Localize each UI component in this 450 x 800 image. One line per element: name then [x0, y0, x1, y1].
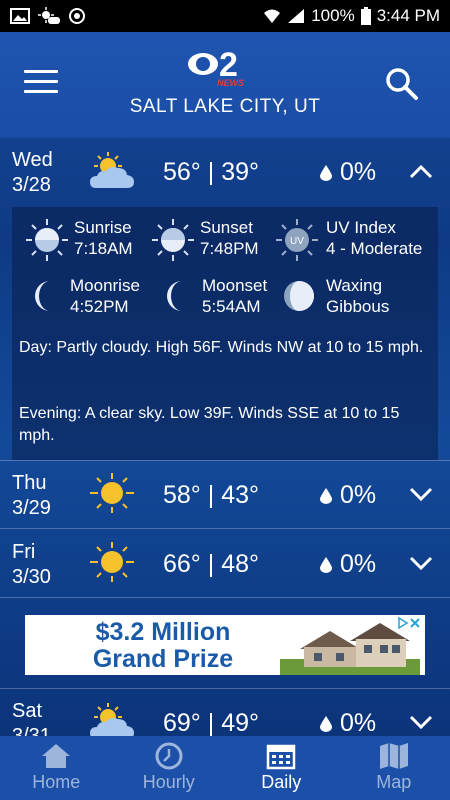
adchoices-icon[interactable]	[397, 617, 421, 629]
chevron-up-icon[interactable]	[408, 162, 434, 180]
temperature-range: 66° | 48°	[163, 550, 260, 578]
precipitation: 0%	[320, 550, 376, 579]
raindrop-icon	[320, 487, 332, 504]
sunrise-icon	[26, 219, 68, 261]
temperature-range: 69° | 49°	[163, 709, 260, 737]
raindrop-icon	[320, 715, 332, 732]
raindrop-icon	[320, 164, 332, 181]
sunny-icon	[90, 473, 134, 513]
sunset-icon	[152, 219, 194, 261]
map-icon	[379, 743, 408, 769]
image-icon	[10, 8, 30, 24]
calendar-icon	[267, 744, 296, 770]
moon-phase-detail: Waxing Gibbous	[282, 276, 389, 317]
partly-cloudy-icon	[90, 152, 134, 188]
precipitation: 0%	[320, 709, 376, 738]
menu-button[interactable]	[24, 70, 58, 96]
day-details-panel: Sunrise 7:18AM Sunset 7:48PM UV UV Index…	[12, 207, 438, 460]
advertisement-banner[interactable]: $3.2 Million Grand Prize	[25, 615, 425, 675]
tab-hourly[interactable]: Hourly	[113, 736, 226, 800]
uv-index-icon: UV	[276, 219, 318, 261]
moonrise-detail: Moonrise 4:52PM	[30, 276, 140, 317]
signal-icon	[288, 9, 305, 23]
day-row[interactable]: Wed 3/28 56° | 39° 0%	[0, 138, 450, 206]
svg-text:UV: UV	[290, 236, 304, 247]
battery-icon	[360, 7, 371, 25]
moon-crescent-icon	[35, 281, 50, 311]
sunset-detail: Sunset 7:48PM	[150, 217, 259, 263]
location-title[interactable]: SALT LAKE CITY, UT	[0, 96, 450, 118]
chevron-down-icon[interactable]	[408, 554, 434, 572]
sunrise-detail: Sunrise 7:18AM	[24, 217, 133, 263]
day-row[interactable]: Thu 3/29 58° | 43° 0%	[0, 461, 450, 529]
day-row[interactable]: Fri 3/30 66° | 48° 0%	[0, 530, 450, 598]
home-icon	[42, 744, 71, 768]
app-header: 2 NEWS SALT LAKE CITY, UT	[0, 32, 450, 138]
bottom-navigation: Home Hourly Daily Map	[0, 736, 450, 800]
temperature-range: 56° | 39°	[163, 158, 260, 186]
precipitation: 0%	[320, 481, 376, 510]
station-logo: 2 NEWS	[187, 46, 267, 88]
battery-percent: 100%	[311, 6, 355, 25]
tab-daily[interactable]: Daily	[225, 736, 338, 800]
tab-home[interactable]: Home	[0, 736, 113, 800]
raindrop-icon	[320, 556, 332, 573]
weather-status-icon	[38, 7, 60, 24]
clock-icon	[155, 742, 183, 770]
evening-description: Evening: A clear sky. Low 39F. Winds SSE…	[19, 405, 400, 444]
search-button[interactable]	[384, 66, 420, 102]
day-label: Fri 3/30	[12, 541, 51, 588]
ad-headline: $3.2 Million Grand Prize	[92, 618, 234, 673]
temperature-range: 58° | 43°	[163, 481, 260, 509]
clock: 3:44 PM	[376, 6, 440, 25]
sync-icon	[69, 8, 85, 24]
moonset-detail: Moonset 5:54AM	[162, 276, 267, 317]
precipitation: 0%	[320, 158, 376, 187]
chevron-down-icon[interactable]	[408, 713, 434, 731]
chevron-down-icon[interactable]	[408, 485, 434, 503]
svg-text:NEWS: NEWS	[217, 78, 244, 88]
tab-map[interactable]: Map	[338, 736, 450, 800]
sunny-icon	[90, 542, 134, 582]
moon-crescent-icon	[167, 281, 182, 311]
day-description: Day: Partly cloudy. High 56F. Winds NW a…	[19, 339, 424, 356]
wifi-icon	[264, 9, 281, 23]
moon-waxing-gibbous-icon	[284, 281, 314, 311]
uv-index-detail: UV UV Index 4 - Moderate	[274, 217, 422, 263]
status-bar: 100% 3:44 PM	[0, 0, 450, 32]
search-icon	[386, 68, 418, 100]
day-label: Wed 3/28	[12, 149, 53, 196]
menu-icon	[24, 70, 58, 73]
day-label: Thu 3/29	[12, 472, 51, 519]
